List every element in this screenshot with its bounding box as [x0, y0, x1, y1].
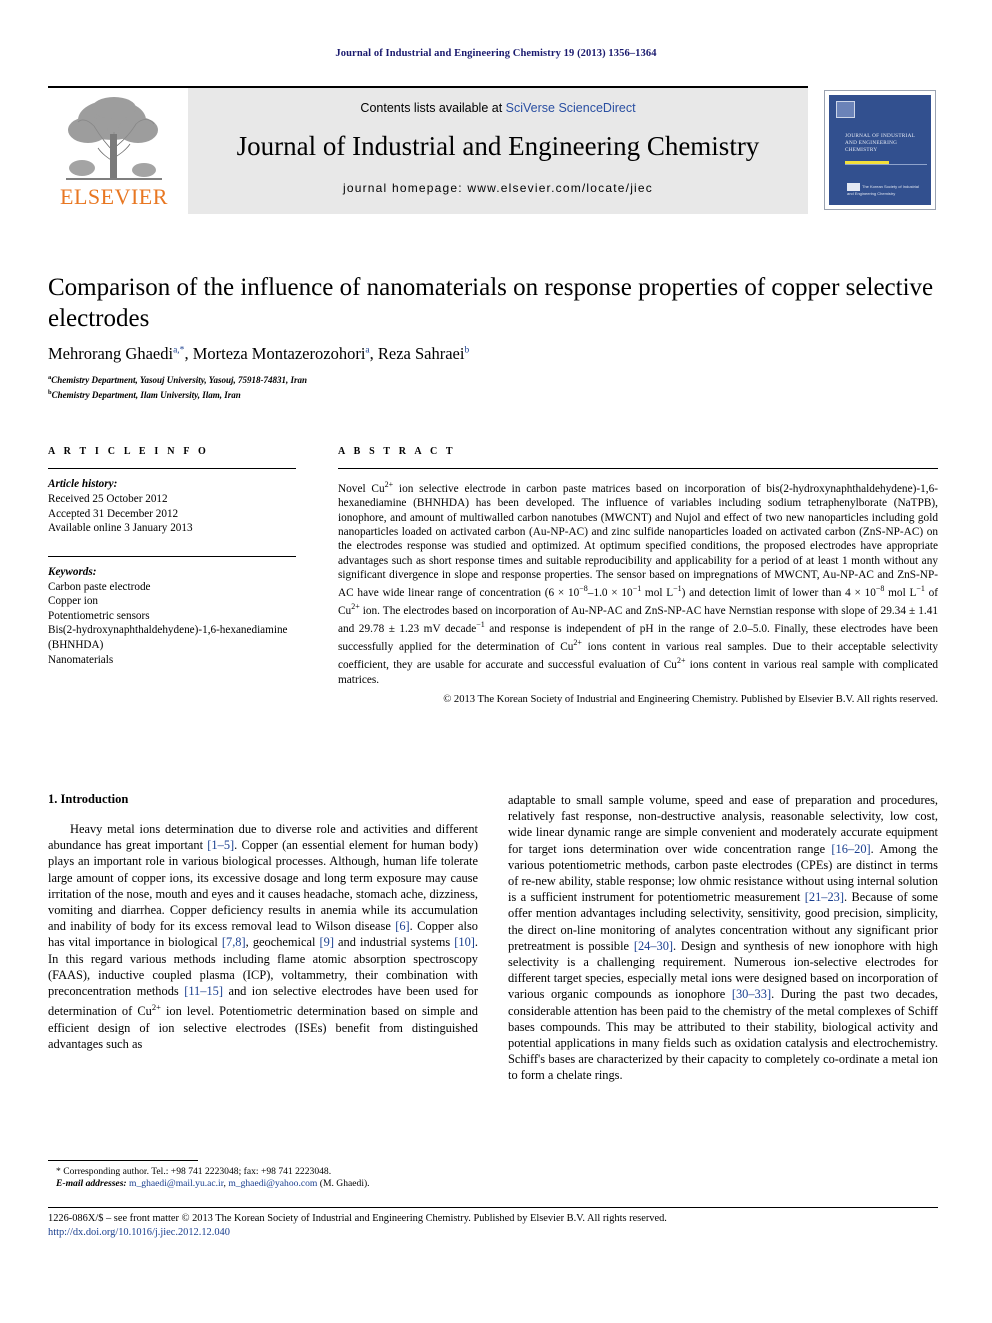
citation-ref[interactable]: [1–5] [207, 838, 234, 852]
citation-ref[interactable]: [11–15] [184, 984, 223, 998]
footnote-divider [48, 1160, 198, 1161]
email-link-2[interactable]: m_ghaedi@yahoo.com [228, 1178, 317, 1189]
journal-homepage[interactable]: journal homepage: www.elsevier.com/locat… [188, 181, 808, 195]
email-note: E-mail addresses: m_ghaedi@mail.yu.ac.ir… [48, 1178, 488, 1190]
author-3-mark: b [464, 345, 470, 356]
author-list: Mehrorang Ghaedia,*, Morteza Montazerozo… [48, 344, 470, 363]
page-title: Comparison of the influence of nanomater… [48, 274, 934, 332]
cover-journal-title: JOURNAL OF INDUSTRIAL AND ENGINEERING CH… [845, 133, 915, 154]
article-info-heading: A R T I C L E I N F O [48, 446, 209, 457]
history-accepted: Accepted 31 December 2012 [48, 507, 179, 520]
citation-ref[interactable]: [7,8] [222, 935, 246, 949]
article-history-group: Article history: Received 25 October 201… [48, 477, 296, 535]
affiliation-b-text: Chemistry Department, Ilam University, I… [51, 389, 241, 400]
abstract-column: A B S T R A C T Novel Cu2+ ion selective… [338, 446, 938, 707]
elsevier-tree-icon [66, 97, 162, 180]
cover-inner: JOURNAL OF INDUSTRIAL AND ENGINEERING CH… [829, 95, 931, 205]
author-3: Reza Sahraeib [377, 344, 470, 363]
elsevier-wordmark: ELSEVIER [60, 184, 168, 209]
affiliation-a-text: Chemistry Department, Yasouj University,… [51, 375, 307, 385]
article-info-column: A R T I C L E I N F O Article history: R… [48, 446, 296, 667]
sciencedirect-link[interactable]: SciVerse ScienceDirect [506, 101, 636, 115]
email-suffix: (M. Ghaedi). [317, 1178, 370, 1190]
abstract-heading: A B S T R A C T [338, 446, 456, 457]
corresponding-author-note: * Corresponding author. Tel.: +98 741 22… [56, 1166, 332, 1177]
affiliation-a: aChemistry Department, Yasouj University… [48, 372, 938, 387]
history-received: Received 25 October 2012 [48, 492, 168, 505]
author-1-mark: a,* [173, 345, 185, 356]
journal-title: Journal of Industrial and Engineering Ch… [236, 131, 760, 161]
abstract-copyright: © 2013 The Korean Society of Industrial … [443, 693, 938, 705]
author-2: Morteza Montazerozohoria [192, 344, 370, 363]
introduction-left-column: 1. Introduction Heavy metal ions determi… [48, 792, 478, 1052]
journal-cover-thumbnail[interactable]: JOURNAL OF INDUSTRIAL AND ENGINEERING CH… [824, 90, 936, 210]
cover-rule [845, 164, 927, 165]
email-label: E-mail addresses: [56, 1178, 127, 1190]
elsevier-logo: ELSEVIER [48, 88, 180, 214]
citation-ref[interactable]: [24–30] [634, 939, 673, 953]
author-1: Mehrorang Ghaedia,* [48, 344, 185, 363]
introduction-heading: 1. Introduction [48, 792, 129, 806]
keyword-item: Nanomaterials [48, 653, 114, 666]
email-link-1[interactable]: m_ghaedi@mail.yu.ac.ir [129, 1178, 224, 1189]
citation-ref[interactable]: [30–33] [732, 987, 771, 1001]
cover-emblem-icon [836, 101, 855, 118]
citation-ref[interactable]: [9] [320, 935, 334, 949]
citation-ref[interactable]: [6] [395, 919, 409, 933]
article-history-label: Article history: [48, 478, 118, 491]
affiliation-b: bChemistry Department, Ilam University, … [48, 387, 938, 402]
keyword-item: Potentiometric sensors [48, 609, 150, 622]
keyword-item: Carbon paste electrode [48, 580, 151, 593]
cover-society-badge-icon [847, 183, 860, 191]
introduction-right-column: adaptable to small sample volume, speed … [508, 792, 938, 1084]
footer-divider [48, 1207, 938, 1208]
footnote-block: * Corresponding author. Tel.: +98 741 22… [48, 1166, 488, 1191]
issn-copyright-line: 1226-086X/$ – see front matter © 2013 Th… [48, 1213, 667, 1224]
affiliation-list: aChemistry Department, Yasouj University… [48, 372, 938, 401]
keywords-label: Keywords: [48, 565, 97, 578]
introduction-paragraph-left: Heavy metal ions determination due to di… [48, 822, 479, 1051]
contents-list-line: Contents lists available at SciVerse Sci… [188, 101, 808, 115]
running-head: Journal of Industrial and Engineering Ch… [335, 48, 657, 59]
doi-link[interactable]: http://dx.doi.org/10.1016/j.jiec.2012.12… [48, 1226, 938, 1240]
page-footer: 1226-086X/$ – see front matter © 2013 Th… [48, 1212, 938, 1240]
citation-ref[interactable]: [16–20] [831, 842, 870, 856]
keywords-group: Keywords: Carbon paste electrode Copper … [48, 565, 296, 667]
article-info-separator [48, 555, 296, 557]
cover-society-footer: The Korean Society of Industrial and Eng… [847, 183, 925, 196]
keyword-item: Bis(2-hydroxynaphthaldehydene)-1,6-hexan… [48, 624, 288, 651]
contents-prefix: Contents lists available at [360, 101, 506, 115]
article-info-rule [48, 468, 296, 470]
keyword-item: Copper ion [48, 595, 99, 608]
paper-page: Journal of Industrial and Engineering Ch… [0, 0, 992, 1323]
author-2-mark: a [365, 345, 370, 356]
citation-ref[interactable]: [21–23] [805, 890, 844, 904]
journal-header: ELSEVIER Contents lists available at Sci… [48, 88, 808, 214]
abstract-rule [338, 468, 938, 470]
journal-banner: Contents lists available at SciVerse Sci… [188, 88, 808, 214]
introduction-paragraph-right: adaptable to small sample volume, speed … [508, 793, 939, 1083]
abstract-text: Novel Cu2+ ion selective electrode in ca… [338, 480, 939, 686]
history-online: Available online 3 January 2013 [48, 522, 193, 535]
citation-ref[interactable]: [10] [454, 935, 475, 949]
